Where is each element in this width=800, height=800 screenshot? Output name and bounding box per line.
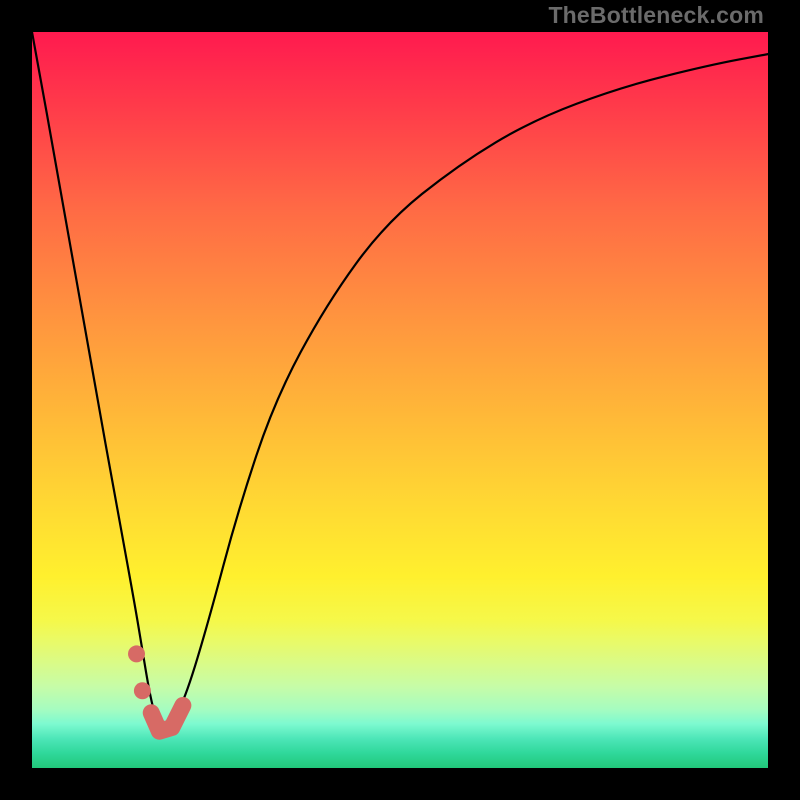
chart-frame: TheBottleneck.com: [0, 0, 800, 800]
bottleneck-curve: [32, 32, 768, 729]
plot-area: [32, 32, 768, 768]
chart-svg: [32, 32, 768, 768]
marker-dot: [128, 645, 145, 662]
watermark-text: TheBottleneck.com: [548, 2, 764, 29]
marker-dots: [128, 645, 151, 699]
marker-hook: [151, 705, 183, 731]
marker-dot: [134, 682, 151, 699]
